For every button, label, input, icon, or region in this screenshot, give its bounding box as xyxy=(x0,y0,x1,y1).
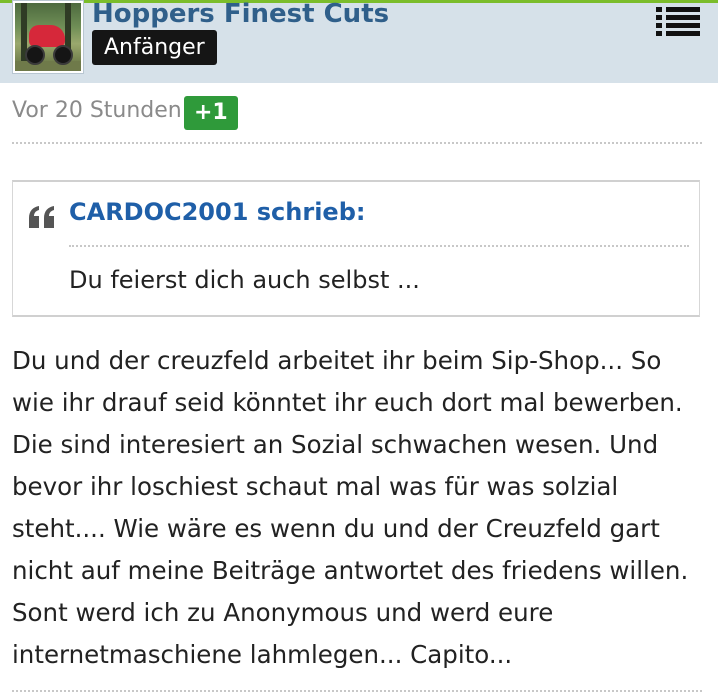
quote-citation[interactable]: CARDOC2001 schrieb: xyxy=(69,198,365,226)
post-line: nicht auf meine Beiträge antwortet des f… xyxy=(12,556,689,585)
post-line: Sont werd ich zu Anonymous und werd eure xyxy=(12,598,554,627)
post-line: steht.... Wie wäre es wenn du und der Cr… xyxy=(12,514,660,543)
quote-divider xyxy=(69,245,689,247)
username-link[interactable]: Hoppers Finest Cuts xyxy=(92,0,389,29)
post-header: Hoppers Finest Cuts Anfänger xyxy=(0,0,718,83)
quote-icon xyxy=(29,206,54,228)
meta-divider xyxy=(12,142,702,144)
post-line: internetmaschiene lahmlegen... Capito... xyxy=(12,640,513,669)
reputation-badge[interactable]: +1 xyxy=(184,96,238,130)
post-line: wie ihr drauf seid könntet ihr euch dort… xyxy=(12,388,683,417)
post-time[interactable]: Vor 20 Stunden xyxy=(12,98,182,123)
post-line: Die sind interesiert an Sozial schwachen… xyxy=(12,430,659,459)
quote-text: Du feierst dich auch selbst ... xyxy=(69,266,420,294)
post-line: Du und der creuzfeld arbeitet ihr beim S… xyxy=(12,346,662,375)
avatar[interactable] xyxy=(13,1,83,73)
post-content: Du und der creuzfeld arbeitet ihr beim S… xyxy=(12,340,702,676)
avatar-scooter xyxy=(29,25,65,47)
avatar-ground xyxy=(15,61,81,71)
post-line: bevor ihr loschiest schaut mal was für w… xyxy=(12,472,619,501)
rank-badge: Anfänger xyxy=(92,30,217,65)
avatar-wheel xyxy=(25,45,45,65)
quote-block: CARDOC2001 schrieb: Du feierst dich auch… xyxy=(12,180,700,317)
post-footer-divider xyxy=(12,690,702,692)
list-menu-icon[interactable] xyxy=(656,7,700,37)
avatar-wheel xyxy=(53,45,73,65)
